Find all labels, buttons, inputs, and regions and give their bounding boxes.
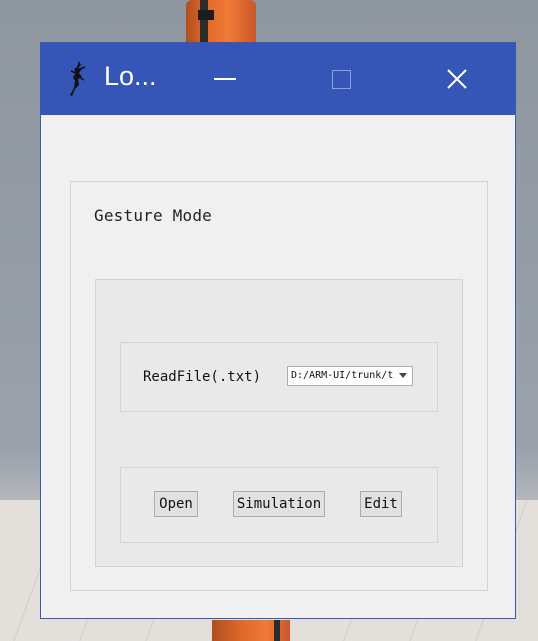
minimize-icon: [214, 78, 236, 80]
chevron-down-icon[interactable]: [399, 373, 407, 378]
read-file-label: ReadFile(.txt): [143, 369, 262, 385]
close-icon: [447, 69, 467, 89]
title-bar[interactable]: Lo...: [41, 43, 515, 115]
simulation-button[interactable]: Simulation: [233, 491, 325, 517]
minimize-button[interactable]: [195, 43, 255, 115]
window-client-area: Gesture Mode ReadFile(.txt) D:/ARM-UI/tr…: [41, 115, 515, 618]
gesture-mode-group: Gesture Mode ReadFile(.txt) D:/ARM-UI/tr…: [70, 181, 488, 591]
gesture-panel: ReadFile(.txt) D:/ARM-UI/trunk/t Open Si…: [95, 279, 463, 567]
file-path-value: D:/ARM-UI/trunk/t: [291, 370, 394, 381]
app-gecko-icon: [70, 61, 86, 96]
file-path-dropdown[interactable]: D:/ARM-UI/trunk/t: [287, 366, 413, 386]
maximize-icon: [331, 69, 351, 89]
robot-arm-base: [212, 620, 290, 641]
edit-button[interactable]: Edit: [360, 491, 402, 517]
action-buttons-row: Open Simulation Edit: [120, 467, 438, 543]
maximize-button[interactable]: [311, 43, 371, 115]
robot-arm-segment: [186, 0, 256, 44]
window-title: Lo...: [104, 61, 157, 91]
open-button[interactable]: Open: [154, 491, 198, 517]
close-button[interactable]: [427, 43, 487, 115]
group-title: Gesture Mode: [94, 206, 212, 225]
app-window: Lo... Gesture Mode ReadFile(.txt) D:/ARM…: [40, 42, 516, 619]
read-file-row: ReadFile(.txt) D:/ARM-UI/trunk/t: [120, 342, 438, 412]
